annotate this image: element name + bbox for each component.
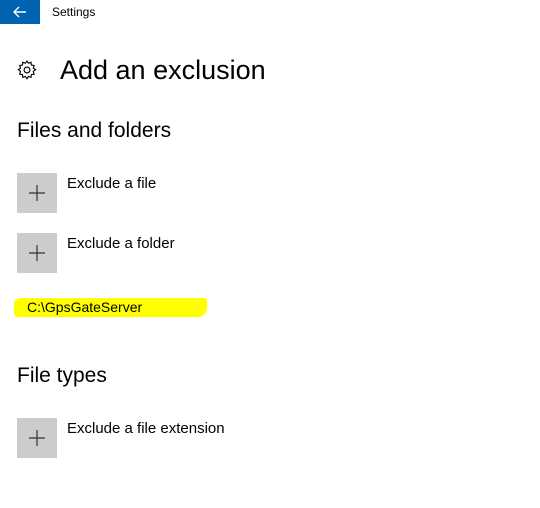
exclude-extension-label: Exclude a file extension — [67, 420, 225, 437]
exclude-file-tile — [17, 173, 57, 213]
page-header: Add an exclusion — [16, 52, 266, 88]
window-title: Settings — [52, 5, 96, 19]
file-types-heading: File types — [17, 364, 107, 387]
gear-icon — [17, 60, 37, 80]
exclude-folder-label: Exclude a folder — [67, 235, 175, 252]
excluded-folder-path: C:\GpsGateServer — [27, 299, 143, 315]
plus-icon — [29, 245, 45, 261]
settings-window: Settings Add an exclusion Files and fold… — [0, 0, 540, 508]
page-title: Add an exclusion — [60, 55, 266, 85]
exclude-folder-tile — [17, 233, 57, 273]
title-bar: Settings — [0, 0, 540, 24]
excluded-folder-item[interactable]: C:\GpsGateServer — [13, 296, 208, 318]
exclude-file-label: Exclude a file — [67, 175, 157, 192]
exclude-extension-tile — [17, 418, 57, 458]
plus-icon — [29, 185, 45, 201]
files-and-folders-heading: Files and folders — [17, 119, 172, 142]
back-button[interactable] — [0, 0, 40, 24]
plus-icon — [29, 430, 45, 446]
back-arrow-icon — [13, 6, 26, 18]
